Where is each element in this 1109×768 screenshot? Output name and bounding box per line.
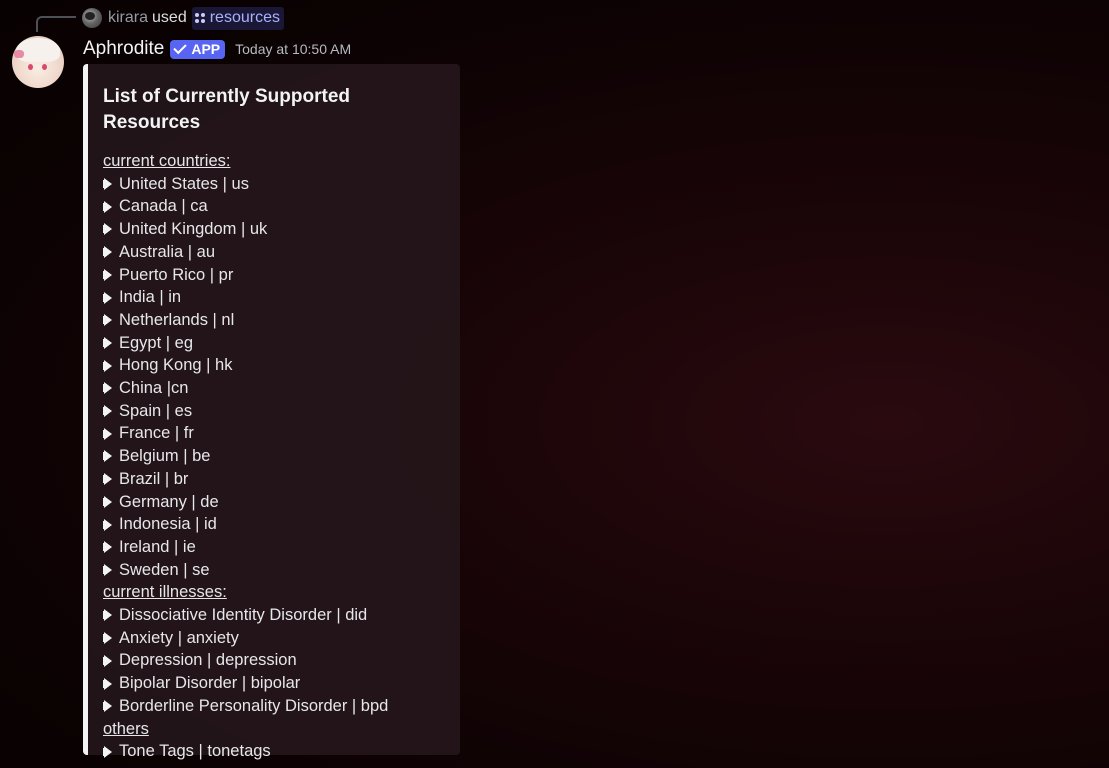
countries-heading: current countries: — [103, 152, 231, 170]
reply-context[interactable]: kirara used resources — [82, 6, 284, 30]
arrow-right-icon — [103, 223, 112, 236]
check-icon — [173, 40, 188, 55]
list-item-label: Egypt | eg — [119, 333, 194, 352]
list-item-label: Tone Tags | tonetags — [119, 742, 271, 761]
list-item: Sweden | se — [103, 559, 446, 582]
list-item: Ireland | ie — [103, 536, 446, 559]
list-item: Brazil | br — [103, 468, 446, 491]
list-item: Australia | au — [103, 241, 446, 264]
list-item-label: China |cn — [119, 379, 189, 398]
arrow-right-icon — [103, 677, 112, 690]
list-item: China |cn — [103, 377, 446, 400]
arrow-right-icon — [103, 178, 112, 191]
reply-used-text: used — [152, 9, 187, 26]
list-item-label: Hong Kong | hk — [119, 356, 233, 375]
arrow-right-icon — [103, 200, 112, 213]
arrow-right-icon — [103, 518, 112, 531]
list-item-label: France | fr — [119, 424, 194, 443]
arrow-right-icon — [103, 564, 112, 576]
app-badge-label: APP — [191, 41, 221, 57]
arrow-right-icon — [103, 541, 112, 554]
arrow-right-icon — [103, 291, 112, 304]
list-item-label: Brazil | br — [119, 469, 189, 488]
list-item: Depression | depression — [103, 649, 446, 672]
arrow-right-icon — [103, 632, 112, 645]
reply-username[interactable]: kirara — [108, 9, 148, 27]
list-item: Anxiety | anxiety — [103, 627, 446, 650]
embed-body: current countries: United States | us Can… — [103, 150, 446, 763]
illnesses-heading: current illnesses: — [103, 583, 227, 602]
embed-title: List of Currently Supported Resources — [103, 86, 350, 133]
list-item: Indonesia | id — [103, 513, 446, 536]
author-avatar[interactable] — [12, 36, 64, 88]
list-item: Canada | ca — [103, 195, 446, 218]
list-item: Germany | de — [103, 491, 446, 514]
arrow-right-icon — [103, 745, 112, 758]
arrow-right-icon — [103, 405, 112, 418]
arrow-right-icon — [103, 268, 112, 281]
reply-connector-line — [36, 16, 76, 32]
list-item-label: Bipolar Disorder | bipolar — [119, 674, 301, 693]
arrow-right-icon — [103, 473, 112, 486]
author-username[interactable]: Aphrodite — [83, 38, 164, 60]
list-item: Tone Tags | tonetags — [103, 740, 446, 763]
list-item-label: Netherlands | nl — [119, 310, 235, 329]
others-heading: others — [103, 719, 149, 738]
reply-avatar[interactable] — [82, 8, 102, 28]
list-item: Belgium | be — [103, 445, 446, 468]
list-item: Spain | es — [103, 400, 446, 423]
list-item: Bipolar Disorder | bipolar — [103, 672, 446, 695]
message-timestamp[interactable]: Today at 10:50 AM — [235, 41, 351, 57]
list-item: France | fr — [103, 422, 446, 445]
list-item-label: Canada | ca — [119, 197, 208, 216]
arrow-right-icon — [103, 495, 112, 508]
command-name[interactable]: resources — [210, 9, 280, 27]
message-header: Aphrodite APP Today at 10:50 AM — [83, 36, 351, 62]
list-item: India | in — [103, 286, 446, 309]
list-item-label: Anxiety | anxiety — [119, 628, 239, 647]
list-item-label: Dissociative Identity Disorder | did — [119, 606, 368, 625]
list-item-label: Borderline Personality Disorder | bpd — [119, 696, 389, 715]
list-item: Hong Kong | hk — [103, 354, 446, 377]
list-item-label: Puerto Rico | pr — [119, 265, 234, 284]
message-embed: List of Currently Supported Resources cu… — [83, 64, 460, 760]
list-item-label: Spain | es — [119, 401, 193, 420]
arrow-right-icon — [103, 336, 112, 349]
list-item-label: Ireland | ie — [119, 537, 196, 556]
arrow-right-icon — [103, 427, 112, 440]
list-item-label: United States | us — [119, 174, 249, 193]
list-item: Dissociative Identity Disorder | did — [103, 604, 446, 627]
list-item: Puerto Rico | pr — [103, 264, 446, 287]
others-list: Tone Tags | tonetags — [103, 740, 446, 763]
illnesses-list: Dissociative Identity Disorder | did Anxi… — [103, 604, 446, 718]
list-item-label: India | in — [119, 288, 182, 307]
slash-command-icon — [194, 12, 205, 23]
list-item-label: Belgium | be — [119, 447, 211, 466]
list-item: United Kingdom | uk — [103, 218, 446, 241]
list-item-label: Indonesia | id — [119, 515, 217, 534]
arrow-right-icon — [103, 450, 112, 463]
list-item-label: United Kingdom | uk — [119, 220, 268, 239]
arrow-right-icon — [103, 314, 112, 327]
arrow-right-icon — [103, 359, 112, 372]
arrow-right-icon — [103, 382, 112, 395]
list-item: Egypt | eg — [103, 332, 446, 355]
list-item: Netherlands | nl — [103, 309, 446, 332]
list-item: United States | us — [103, 173, 446, 196]
countries-list: United States | us Canada | ca United King… — [103, 173, 446, 582]
list-item-label: Australia | au — [119, 242, 216, 261]
app-badge: APP — [170, 39, 226, 59]
list-item-label: Sweden | se — [119, 560, 210, 579]
command-chip[interactable]: resources — [191, 6, 284, 30]
list-item-label: Germany | de — [119, 492, 219, 511]
list-item: Borderline Personality Disorder | bpd — [103, 695, 446, 718]
list-item-label: Depression | depression — [119, 651, 297, 670]
arrow-right-icon — [103, 246, 112, 259]
arrow-right-icon — [103, 609, 112, 622]
arrow-right-icon — [103, 654, 112, 667]
arrow-right-icon — [103, 700, 112, 713]
